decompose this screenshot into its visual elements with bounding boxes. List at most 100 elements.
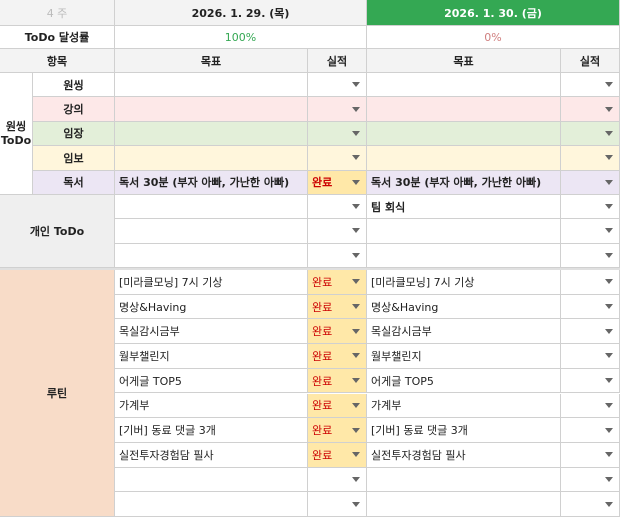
chevron-down-icon[interactable]: [352, 279, 360, 285]
result-dropdown[interactable]: 완료: [308, 442, 367, 468]
chevron-down-icon[interactable]: [352, 304, 360, 310]
chevron-down-icon[interactable]: [605, 328, 613, 334]
result-dropdown[interactable]: [561, 146, 620, 171]
chevron-down-icon[interactable]: [352, 452, 360, 458]
result-dropdown[interactable]: [308, 73, 367, 98]
goal-cell[interactable]: [115, 467, 308, 493]
goal-cell[interactable]: 가계부: [115, 393, 308, 419]
goal-cell[interactable]: [미라클모닝] 7시 기상: [367, 270, 561, 295]
goal-cell[interactable]: [미라클모닝] 7시 기상: [115, 270, 308, 295]
chevron-down-icon[interactable]: [352, 378, 360, 384]
result-dropdown[interactable]: 완료: [308, 368, 367, 394]
chevron-down-icon[interactable]: [605, 130, 613, 136]
chevron-down-icon[interactable]: [352, 252, 360, 258]
result-dropdown[interactable]: [561, 319, 620, 345]
chevron-down-icon[interactable]: [605, 204, 613, 210]
chevron-down-icon[interactable]: [605, 304, 613, 310]
goal-cell[interactable]: 월부챌린지: [367, 344, 561, 369]
goal-cell[interactable]: 명상&Having: [367, 294, 561, 320]
chevron-down-icon[interactable]: [605, 501, 613, 507]
goal-cell[interactable]: [115, 492, 308, 517]
result-dropdown[interactable]: 완료: [308, 393, 367, 419]
result-dropdown[interactable]: [561, 393, 620, 419]
goal-cell[interactable]: [115, 121, 308, 147]
chevron-down-icon[interactable]: [352, 228, 360, 234]
result-dropdown[interactable]: [561, 294, 620, 320]
goal-cell[interactable]: [367, 219, 561, 244]
goal-cell[interactable]: [기버] 동료 댓글 3개: [115, 418, 308, 443]
result-dropdown[interactable]: [561, 97, 620, 122]
goal-cell[interactable]: 어게글 TOP5: [367, 368, 561, 394]
chevron-down-icon[interactable]: [352, 106, 360, 112]
goal-cell[interactable]: [367, 97, 561, 122]
chevron-down-icon[interactable]: [352, 328, 360, 334]
chevron-down-icon[interactable]: [605, 476, 613, 482]
result-dropdown[interactable]: 완료: [308, 418, 367, 443]
result-dropdown[interactable]: 완료: [308, 294, 367, 320]
goal-cell[interactable]: 목실감시금부: [115, 319, 308, 345]
result-dropdown[interactable]: 완료: [308, 270, 367, 295]
chevron-down-icon[interactable]: [352, 130, 360, 136]
result-dropdown[interactable]: [561, 442, 620, 468]
result-dropdown[interactable]: [561, 368, 620, 394]
result-dropdown[interactable]: [561, 170, 620, 195]
goal-cell[interactable]: 월부챌린지: [115, 344, 308, 369]
chevron-down-icon[interactable]: [605, 378, 613, 384]
goal-cell[interactable]: 팀 회식: [367, 195, 561, 220]
result-dropdown[interactable]: 완료: [308, 344, 367, 369]
goal-cell[interactable]: [115, 195, 308, 220]
result-dropdown[interactable]: [561, 195, 620, 220]
chevron-down-icon[interactable]: [352, 427, 360, 433]
result-dropdown[interactable]: [561, 73, 620, 98]
goal-cell[interactable]: 독서 30분 (부자 아빠, 가난한 아빠): [367, 170, 561, 195]
chevron-down-icon[interactable]: [605, 106, 613, 112]
goal-cell[interactable]: 가계부: [367, 393, 561, 419]
chevron-down-icon[interactable]: [605, 402, 613, 408]
chevron-down-icon[interactable]: [605, 228, 613, 234]
result-dropdown[interactable]: [561, 418, 620, 443]
goal-cell[interactable]: 실전투자경험담 필사: [115, 442, 308, 468]
result-dropdown[interactable]: [561, 243, 620, 268]
chevron-down-icon[interactable]: [352, 476, 360, 482]
result-dropdown[interactable]: [308, 146, 367, 171]
result-dropdown[interactable]: [561, 219, 620, 244]
goal-cell[interactable]: [367, 243, 561, 268]
result-dropdown[interactable]: [561, 492, 620, 517]
chevron-down-icon[interactable]: [605, 179, 613, 185]
result-dropdown[interactable]: [308, 219, 367, 244]
chevron-down-icon[interactable]: [605, 82, 613, 88]
goal-cell[interactable]: [367, 467, 561, 493]
chevron-down-icon[interactable]: [605, 155, 613, 161]
chevron-down-icon[interactable]: [605, 427, 613, 433]
result-dropdown[interactable]: 완료: [308, 319, 367, 345]
chevron-down-icon[interactable]: [352, 204, 360, 210]
chevron-down-icon[interactable]: [605, 252, 613, 258]
chevron-down-icon[interactable]: [352, 501, 360, 507]
goal-cell[interactable]: [115, 219, 308, 244]
result-dropdown[interactable]: [561, 270, 620, 295]
goal-cell[interactable]: 실전투자경험담 필사: [367, 442, 561, 468]
result-dropdown[interactable]: 완료: [308, 170, 367, 195]
chevron-down-icon[interactable]: [605, 279, 613, 285]
goal-cell[interactable]: [367, 146, 561, 171]
goal-cell[interactable]: 어게글 TOP5: [115, 368, 308, 394]
goal-cell[interactable]: [기버] 동료 댓글 3개: [367, 418, 561, 443]
goal-cell[interactable]: 독서 30분 (부자 아빠, 가난한 아빠): [115, 170, 308, 195]
goal-cell[interactable]: 목실감시금부: [367, 319, 561, 345]
goal-cell[interactable]: [115, 73, 308, 98]
result-dropdown[interactable]: [561, 121, 620, 147]
chevron-down-icon[interactable]: [352, 82, 360, 88]
result-dropdown[interactable]: [308, 195, 367, 220]
chevron-down-icon[interactable]: [352, 179, 360, 185]
chevron-down-icon[interactable]: [352, 402, 360, 408]
chevron-down-icon[interactable]: [605, 452, 613, 458]
goal-cell[interactable]: [367, 121, 561, 147]
result-dropdown[interactable]: [308, 121, 367, 147]
goal-cell[interactable]: [115, 243, 308, 268]
result-dropdown[interactable]: [308, 467, 367, 493]
goal-cell[interactable]: [115, 146, 308, 171]
goal-cell[interactable]: [367, 492, 561, 517]
chevron-down-icon[interactable]: [352, 155, 360, 161]
goal-cell[interactable]: [367, 73, 561, 98]
chevron-down-icon[interactable]: [605, 353, 613, 359]
